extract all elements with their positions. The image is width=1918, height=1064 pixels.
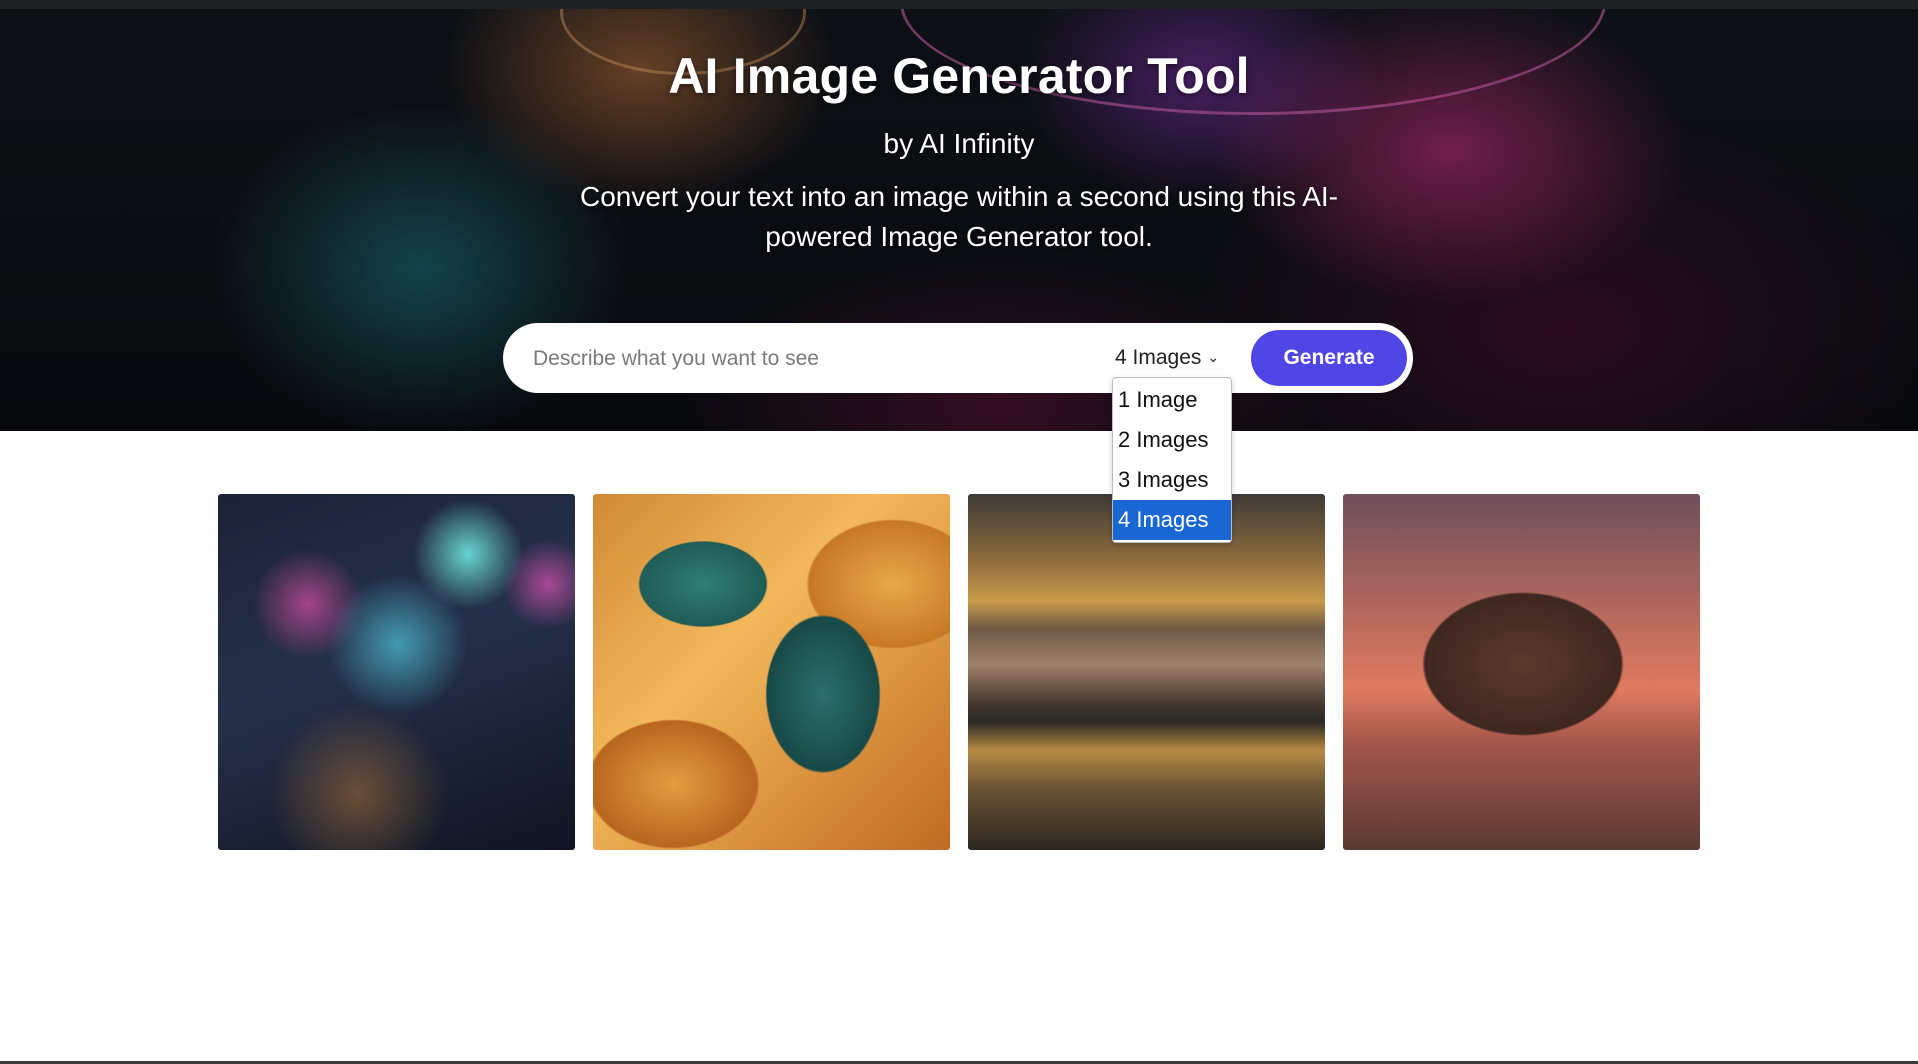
dropdown-option-3-images[interactable]: 3 Images xyxy=(1113,460,1231,500)
generate-button[interactable]: Generate xyxy=(1251,330,1407,386)
gallery-image-city-overhead-night[interactable] xyxy=(218,494,575,850)
prompt-input[interactable] xyxy=(531,341,1095,377)
page-byline: by AI Infinity xyxy=(883,128,1035,159)
browser-top-bar xyxy=(0,0,1918,9)
page-title: AI Image Generator Tool xyxy=(668,48,1250,104)
gallery-image-tropical-leaves[interactable] xyxy=(593,494,950,850)
image-count-select[interactable]: 4 Images ⌄ xyxy=(1115,341,1219,375)
prompt-search-bar: 4 Images ⌄ Generate xyxy=(503,323,1413,393)
gallery-image-harbor-town-reflection[interactable] xyxy=(968,494,1325,850)
image-count-dropdown: 1 Image 2 Images 3 Images 4 Images xyxy=(1112,377,1232,543)
dropdown-option-4-images[interactable]: 4 Images xyxy=(1113,500,1231,540)
image-count-value: 4 Images xyxy=(1115,346,1202,369)
page-description: Convert your text into an image within a… xyxy=(580,181,1338,252)
gallery-image-sea-rock-arch-sunset[interactable] xyxy=(1343,494,1700,850)
dropdown-option-2-images[interactable]: 2 Images xyxy=(1113,420,1231,460)
chevron-down-icon: ⌄ xyxy=(1207,349,1220,365)
dropdown-option-1-image[interactable]: 1 Image xyxy=(1113,380,1231,420)
hero-banner: AI Image Generator Tool by AI Infinity C… xyxy=(0,9,1918,431)
